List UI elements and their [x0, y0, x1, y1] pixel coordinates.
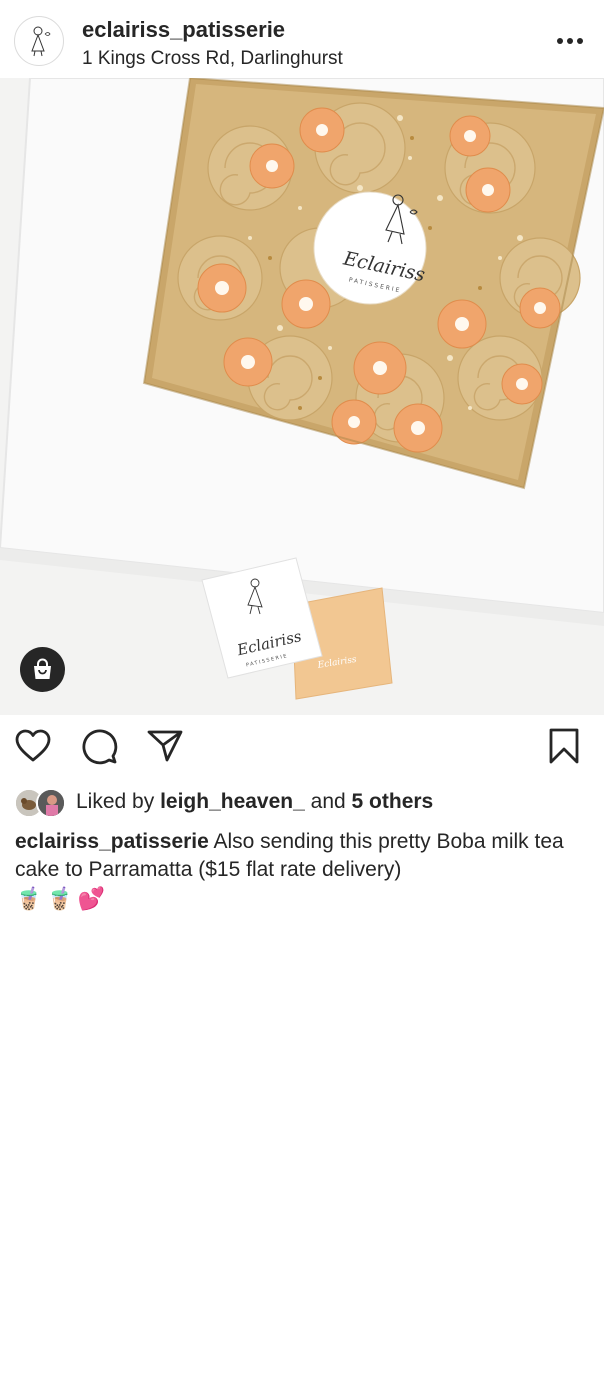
post-username[interactable]: eclairiss_patisserie — [82, 17, 285, 43]
likes-summary: Liked by leigh_heaven_ and 5 others — [0, 784, 604, 820]
likes-prefix: Liked by — [76, 790, 155, 813]
likes-others-link[interactable]: 5 others — [352, 790, 434, 813]
caption-username[interactable]: eclairiss_patisserie — [15, 830, 209, 853]
caption-emojis: 🧋🧋💕 — [15, 886, 110, 911]
post-location[interactable]: 1 Kings Cross Rd, Darlinghurst — [82, 48, 343, 70]
likes-joiner: and — [310, 790, 346, 813]
liker-username[interactable]: leigh_heaven_ — [160, 790, 305, 813]
comment-bubble-icon[interactable] — [80, 727, 118, 765]
profile-avatar[interactable] — [14, 16, 64, 66]
post-header: eclairiss_patisserie 1 Kings Cross Rd, D… — [0, 0, 604, 78]
bookmark-icon[interactable] — [545, 727, 583, 765]
post-caption: eclairiss_patisserie Also sending this p… — [15, 828, 590, 914]
heart-icon[interactable] — [14, 727, 52, 765]
shopping-bag-icon[interactable] — [20, 647, 65, 692]
post-actions-bar — [0, 715, 604, 779]
liker-avatar[interactable] — [36, 788, 66, 818]
more-horizontal-icon[interactable] — [552, 28, 588, 54]
paper-plane-icon[interactable] — [146, 727, 184, 765]
likes-text: Liked by leigh_heaven_ and 5 others — [76, 790, 433, 814]
post-image[interactable]: Eclairiss PATISSERIE Eclairiss Eclairiss… — [0, 78, 604, 715]
